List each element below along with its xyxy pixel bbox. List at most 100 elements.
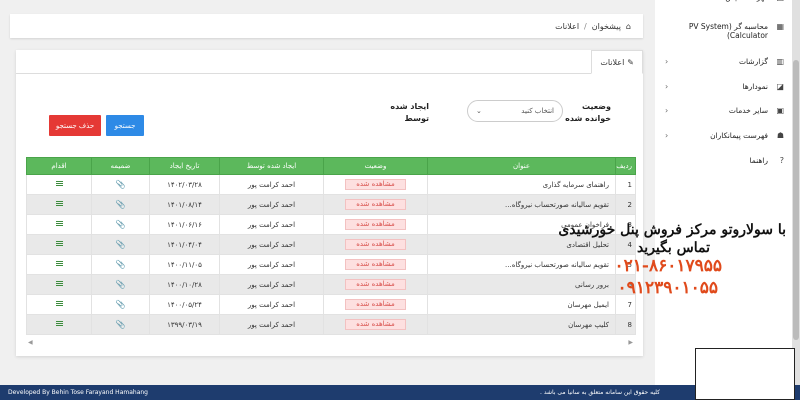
col-header[interactable]: وضعیت [323, 157, 428, 175]
row-attachment: 📎 [91, 254, 150, 275]
breadcrumb-home[interactable]: پیشخوان [592, 22, 621, 31]
table-row[interactable]: 2 تقویم سالیانه صورتحساب نیروگاه... مشاهده… [26, 194, 636, 215]
table-row[interactable]: 3 فراخوان عمومی مشاهده شده احمد کرامت پور ۱۴… [26, 214, 636, 235]
list-icon[interactable] [55, 220, 63, 227]
row-attachment: 📎 [91, 234, 150, 255]
sidebar-item[interactable]: ▦ محاسبه گر (PV System Calculator) [655, 22, 792, 40]
paperclip-icon[interactable]: 📎 [116, 300, 126, 309]
row-date: ۱۴۰۱/۰۶/۱۶ [149, 214, 220, 235]
sidebar-item[interactable]: ▤ فهرست فیش [655, 0, 792, 2]
promo-phone2: ۰۹۱۲۳۹۰۱۰۵۵ [617, 278, 718, 298]
sidebar-item-label: گزارشات [738, 57, 768, 66]
row-created-by: احمد کرامت پور [219, 174, 324, 195]
chevron-left-icon: ‹ [665, 57, 669, 66]
sidebar-item-label: راهنما [749, 156, 768, 165]
list-icon: ▤ [772, 0, 784, 2]
row-number: 2 [615, 194, 636, 215]
chevron-left-icon: ‹ [665, 106, 669, 115]
clear-search-button[interactable]: حذف جستجو [49, 115, 101, 136]
sidebar-item[interactable]: ? راهنما [655, 156, 792, 165]
scroll-right-icon[interactable]: ▶ [628, 339, 633, 346]
list-icon[interactable] [55, 240, 63, 247]
row-action [26, 194, 92, 215]
paperclip-icon[interactable]: 📎 [116, 320, 126, 329]
select-value: انتخاب کنید [521, 107, 554, 115]
tab-label: اعلانات [600, 57, 625, 67]
table-row[interactable]: 8 کلیپ مهرسان مشاهده شده احمد کرامت پور ۱۳۹۹… [26, 314, 636, 335]
list-icon[interactable] [55, 320, 63, 327]
col-header[interactable]: ضمیمه [91, 157, 150, 175]
sidebar-item[interactable]: ◪ نمودارها ‹ [655, 82, 792, 91]
row-status: مشاهده شده [323, 214, 428, 235]
row-date: ۱۴۰۱/۰۴/۰۴ [149, 234, 220, 255]
paperclip-icon[interactable]: 📎 [116, 220, 126, 229]
row-date: ۱۴۰۲/۰۳/۲۸ [149, 174, 220, 195]
list-icon[interactable] [55, 200, 63, 207]
table-row[interactable]: 5 تقویم سالیانه صورتحساب نیروگاه... مشاهده… [26, 254, 636, 275]
row-title: ایمیل مهرسان [427, 294, 616, 315]
status-select[interactable]: انتخاب کنید ⌄ [467, 100, 563, 122]
services-icon: ▣ [776, 106, 784, 115]
home-icon[interactable]: ⌂ [626, 22, 631, 31]
col-header[interactable]: ایجاد شده توسط [219, 157, 324, 175]
developer-link[interactable]: Developed By Behin Tose Farayand Hamahan… [8, 389, 148, 396]
col-header[interactable]: عنوان [427, 157, 616, 175]
row-attachment: 📎 [91, 214, 150, 235]
chevron-left-icon: ‹ [665, 131, 669, 140]
scrollbar-thumb[interactable] [793, 60, 799, 340]
row-status: مشاهده شده [323, 294, 428, 315]
sidebar-scrollbar[interactable] [792, 0, 800, 385]
status-filter-label: وضعیت خوانده شده [565, 101, 611, 125]
search-button[interactable]: جستجو [106, 115, 144, 136]
row-title: تقویم سالیانه صورتحساب نیروگاه... [427, 194, 616, 215]
chevron-down-icon: ⌄ [476, 107, 482, 115]
paperclip-icon[interactable]: 📎 [116, 260, 126, 269]
main-content: ⌂ پیشخوان / اعلانات ✎ اعلانات وضعیت خوان… [0, 0, 655, 385]
col-header[interactable]: اقدام [26, 157, 92, 175]
status-badge: مشاهده شده [345, 279, 406, 290]
sidebar-item[interactable]: ☗ فهرست پیمانکاران ‹ [655, 131, 792, 140]
col-header[interactable]: تاریخ ایجاد [149, 157, 220, 175]
help-icon: ? [779, 156, 784, 165]
row-action [26, 314, 92, 335]
chevron-left-icon: ‹ [665, 82, 669, 91]
horizontal-scrollbar[interactable]: ◀ ▶ [26, 338, 635, 346]
copyright-text: کلیه حقوق این سامانه متعلق به سانیا می ب… [540, 389, 660, 396]
paperclip-icon[interactable]: 📎 [116, 180, 126, 189]
col-header[interactable]: ردیف [615, 157, 636, 175]
row-title: راهنمای سرمایه گذاری [427, 174, 616, 195]
row-created-by: احمد کرامت پور [219, 274, 324, 295]
row-created-by: احمد کرامت پور [219, 194, 324, 215]
row-attachment: 📎 [91, 174, 150, 195]
row-number: 8 [615, 314, 636, 335]
table-row[interactable]: 1 راهنمای سرمایه گذاری مشاهده شده احمد کرام… [26, 174, 636, 195]
list-icon[interactable] [55, 260, 63, 267]
scroll-left-icon[interactable]: ◀ [28, 339, 33, 346]
row-date: ۱۳۹۹/۰۳/۱۹ [149, 314, 220, 335]
sidebar-item[interactable]: ▣ سایر خدمات ‹ [655, 106, 792, 115]
list-icon[interactable] [55, 180, 63, 187]
row-status: مشاهده شده [323, 274, 428, 295]
promo-phone1: ۰۲۱-۸۶۰۱۷۹۵۵ [614, 256, 723, 276]
paperclip-icon[interactable]: 📎 [116, 240, 126, 249]
users-icon: ☗ [776, 131, 784, 140]
bar-chart-icon: ▥ [776, 57, 784, 66]
tab-notifications[interactable]: ✎ اعلانات [591, 50, 643, 74]
sidebar-item-label: فهرست فیش [675, 0, 768, 2]
row-created-by: احمد کرامت پور [219, 214, 324, 235]
table-row[interactable]: 7 ایمیل مهرسان مشاهده شده احمد کرامت پور ۱۴۰… [26, 294, 636, 315]
list-icon[interactable] [55, 280, 63, 287]
table-header-row: ردیف عنوان وضعیت ایجاد شده توسط تاریخ ای… [26, 157, 636, 175]
sidebar-item[interactable]: ▥ گزارشات ‹ [655, 57, 792, 66]
paperclip-icon[interactable]: 📎 [116, 200, 126, 209]
promo-line2: تماس بگیرید [636, 240, 710, 256]
status-label-line2: خوانده شده [565, 114, 611, 123]
table-row[interactable]: 6 برور رسانی مشاهده شده احمد کرامت پور ۱۴۰۰/… [26, 274, 636, 295]
row-created-by: احمد کرامت پور [219, 314, 324, 335]
paperclip-icon[interactable]: 📎 [116, 280, 126, 289]
row-title: برور رسانی [427, 274, 616, 295]
row-action [26, 294, 92, 315]
list-icon[interactable] [55, 300, 63, 307]
chart-icon: ◪ [776, 82, 784, 91]
table-row[interactable]: 4 تحلیل اقتصادی مشاهده شده احمد کرامت پور ۱۴… [26, 234, 636, 255]
